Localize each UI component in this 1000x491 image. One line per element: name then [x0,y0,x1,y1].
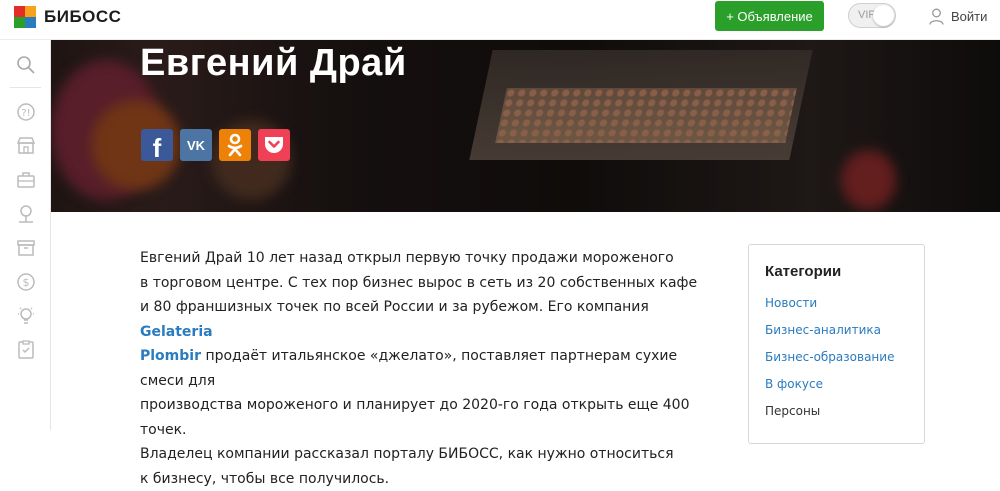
post-ad-button[interactable]: + Объявление [715,1,824,31]
pocket-icon [265,137,283,153]
login-link[interactable]: Войти [929,6,987,26]
user-icon [929,8,944,25]
svg-text:?!: ?! [21,108,30,119]
share-odnoklassniki-button[interactable] [219,129,251,161]
logo[interactable]: БИБОСС [14,6,121,28]
share-pocket-button[interactable] [258,129,290,161]
odnoklassniki-icon [227,133,243,157]
category-in-focus-link[interactable]: В фокусе [765,377,823,391]
dollar-icon[interactable]: $ [15,271,37,293]
article-text-part: Евгений Драй 10 лет назад открыл первую … [140,250,698,315]
logo-mark-icon [14,6,36,28]
webinar-icon[interactable] [15,203,37,225]
categories-panel: Категории Новости Бизнес-аналитика Бизне… [748,244,925,444]
vk-icon: VK [186,137,206,153]
top-bar: БИБОСС + Объявление VIP Войти [0,0,1000,40]
question-icon[interactable]: ?! [15,101,37,123]
store-icon[interactable] [15,135,37,157]
share-facebook-button[interactable]: f [141,129,173,163]
login-label: Войти [951,8,988,24]
article-paragraph: Евгений Драй 10 лет назад открыл первую … [140,246,710,491]
category-persons-active[interactable]: Персоны [765,404,820,418]
article-text-part: продаёт итальянское «джелато», поставляе… [140,348,690,487]
logo-text: БИБОСС [44,7,122,26]
checklist-icon[interactable] [15,339,37,361]
category-business-education-link[interactable]: Бизнес-образование [765,350,894,364]
page-title: Евгений Драй [140,42,407,84]
vip-toggle[interactable]: VIP [848,3,896,28]
category-business-analytics-link[interactable]: Бизнес-аналитика [765,323,881,337]
share-vk-button[interactable]: VK [180,129,212,161]
briefcase-icon[interactable] [15,169,37,191]
article-intro: Евгений Драй 10 лет назад открыл первую … [140,246,710,491]
category-news-link[interactable]: Новости [765,296,817,310]
archive-icon[interactable] [15,237,37,259]
svg-text:$: $ [23,276,30,289]
search-icon[interactable] [15,54,37,76]
left-sidebar: ?! $ [0,40,51,430]
idea-icon[interactable] [15,305,37,327]
sidebar-divider [10,87,41,88]
facebook-icon: f [152,132,162,163]
categories-title: Категории [765,263,842,280]
hero-banner: Евгений Драй f VK [51,40,1000,212]
vip-toggle-knob [873,5,894,26]
